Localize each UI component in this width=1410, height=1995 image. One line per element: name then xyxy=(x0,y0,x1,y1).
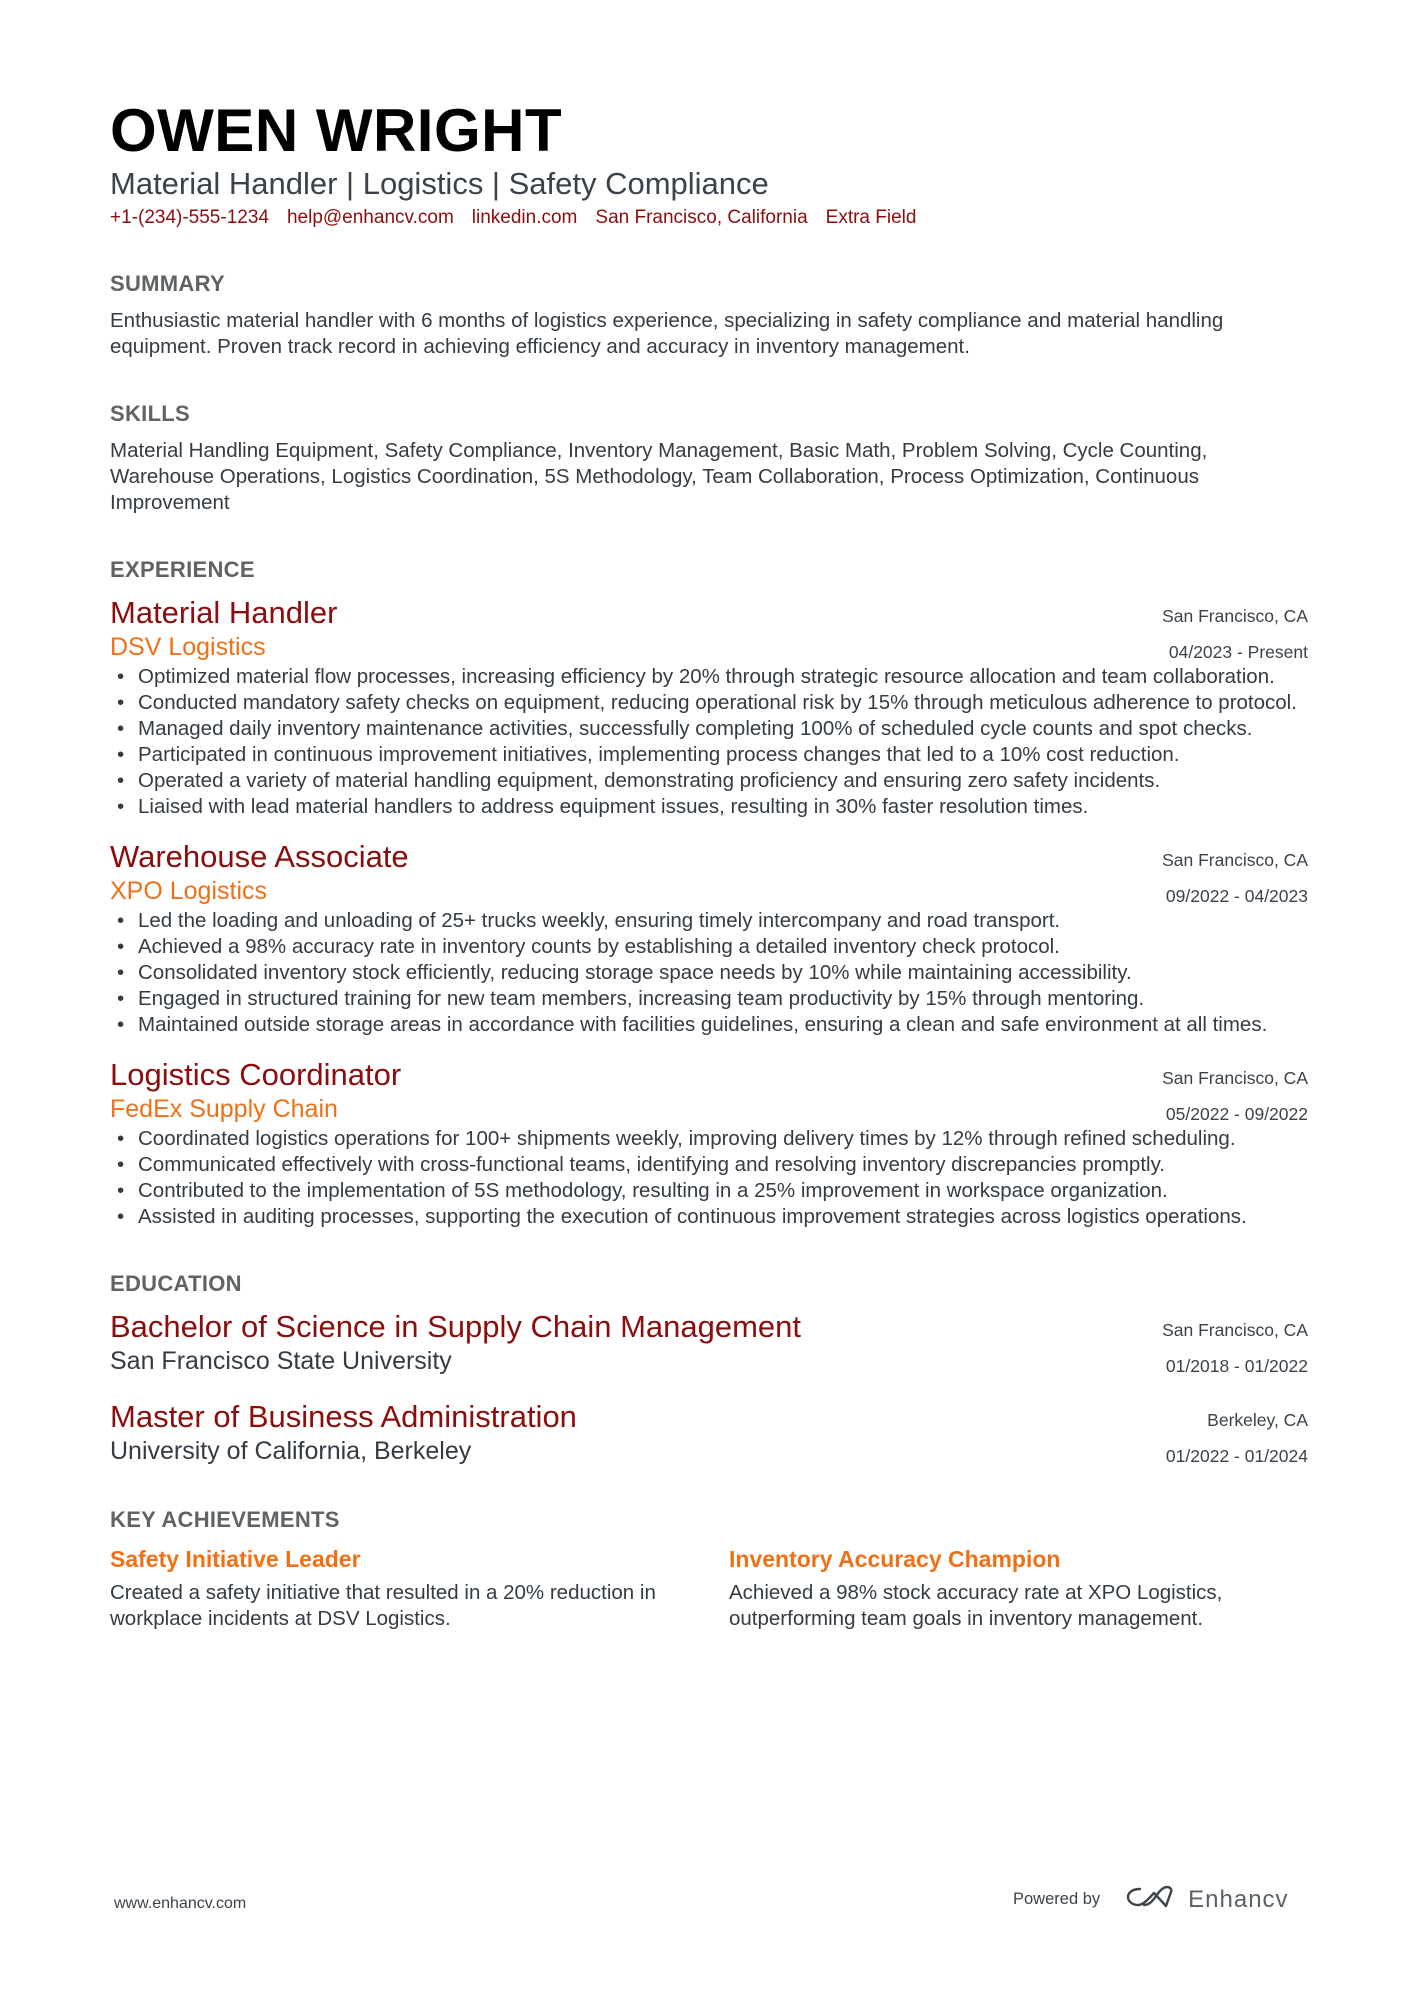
job-title: Warehouse Associate xyxy=(110,839,409,874)
education-meta: Berkeley, CA 01/2022 - 01/2024 xyxy=(1166,1402,1308,1474)
achievement-title: Safety Initiative Leader xyxy=(110,1546,361,1572)
achievements-grid: Safety Initiative Leader Created a safet… xyxy=(110,1544,1308,1632)
bullet-item: Assisted in auditing processes, supporti… xyxy=(110,1204,1308,1230)
enhancv-brand-name: Enhancv xyxy=(1188,1885,1289,1913)
achievement-item: Inventory Accuracy Champion Achieved a 9… xyxy=(729,1544,1308,1632)
enhancv-infinity-heart-icon xyxy=(1126,1884,1174,1915)
contact-location: San Francisco, California xyxy=(595,207,808,228)
footer-branding: Powered by Enhancv xyxy=(1013,1884,1289,1915)
contact-phone[interactable]: +1-(234)-555-1234 xyxy=(110,206,269,230)
powered-by-label: Powered by xyxy=(1013,1890,1101,1908)
experience-entry-header: Warehouse Associate XPO Logistics San Fr… xyxy=(110,838,1308,906)
contact-email[interactable]: help@enhancv.com xyxy=(287,206,454,230)
bullet-item: Liaised with lead material handlers to a… xyxy=(110,794,1308,820)
experience-entry-header: Logistics Coordinator FedEx Supply Chain… xyxy=(110,1056,1308,1124)
contact-linkedin[interactable]: linkedin.com xyxy=(472,206,578,230)
school-name: San Francisco State University xyxy=(110,1347,452,1375)
job-location: San Francisco, CA xyxy=(1162,1068,1308,1088)
bullet-item: Conducted mandatory safety checks on equ… xyxy=(110,690,1308,716)
section-title-summary: SUMMARY xyxy=(110,271,225,296)
experience-entry-header: Material Handler DSV Logistics San Franc… xyxy=(110,594,1308,662)
section-title-education: EDUCATION xyxy=(110,1271,242,1296)
section-title-skills: SKILLS xyxy=(110,401,191,426)
job-bullets: Coordinated logistics operations for 100… xyxy=(110,1126,1308,1230)
section-title-experience: EXPERIENCE xyxy=(110,557,255,582)
company-name: XPO Logistics xyxy=(110,877,268,905)
education-dates: 01/2022 - 01/2024 xyxy=(1165,1446,1308,1466)
bullet-item: Maintained outside storage areas in acco… xyxy=(110,1012,1308,1038)
job-title: Logistics Coordinator xyxy=(110,1057,402,1092)
skills-text: Material Handling Equipment, Safety Comp… xyxy=(110,439,1208,514)
bullet-item: Operated a variety of material handling … xyxy=(110,768,1308,794)
enhancv-logo[interactable]: Enhancv xyxy=(1126,1884,1288,1915)
bullet-item: Consolidated inventory stock efficiently… xyxy=(110,960,1308,986)
education-entry: Master of Business Administration Univer… xyxy=(110,1398,1308,1466)
job-bullets: Optimized material flow processes, incre… xyxy=(110,664,1308,820)
achievements-section: KEY ACHIEVEMENTS Safety Initiative Leade… xyxy=(110,1506,1308,1632)
education-meta: San Francisco, CA 01/2018 - 01/2022 xyxy=(1162,1312,1308,1384)
summary-section: SUMMARY Enthusiastic material handler wi… xyxy=(110,270,1308,360)
education-location: San Francisco, CA xyxy=(1162,1320,1308,1340)
contact-extra-field: Extra Field xyxy=(825,207,917,228)
resume-page: OWEN WRIGHT Material Handler | Logistics… xyxy=(110,98,1308,1632)
achievement-title: Inventory Accuracy Champion xyxy=(729,1546,1061,1572)
experience-entry: Logistics Coordinator FedEx Supply Chain… xyxy=(110,1056,1308,1230)
experience-entry: Warehouse Associate XPO Logistics San Fr… xyxy=(110,838,1308,1038)
company-name: DSV Logistics xyxy=(110,633,266,661)
achievement-description: Achieved a 98% stock accuracy rate at XP… xyxy=(729,1581,1223,1630)
job-location: San Francisco, CA xyxy=(1162,850,1308,870)
bullet-item: Engaged in structured training for new t… xyxy=(110,986,1308,1012)
candidate-headline: Material Handler | Logistics | Safety Co… xyxy=(110,166,769,201)
company-name: FedEx Supply Chain xyxy=(110,1095,338,1123)
bullet-item: Contributed to the implementation of 5S … xyxy=(110,1178,1308,1204)
job-title: Material Handler xyxy=(110,595,338,630)
bullet-item: Coordinated logistics operations for 100… xyxy=(110,1126,1308,1152)
job-meta: San Francisco, CA 04/2023 - Present xyxy=(1162,598,1308,670)
skills-section: SKILLS Material Handling Equipment, Safe… xyxy=(110,400,1308,516)
contact-info: +1-(234)-555-1234 help@enhancv.com linke… xyxy=(110,206,1308,230)
bullet-item: Achieved a 98% accuracy rate in inventor… xyxy=(110,934,1308,960)
resume-header: OWEN WRIGHT Material Handler | Logistics… xyxy=(110,98,1308,230)
degree-title: Master of Business Administration xyxy=(110,1399,577,1434)
job-meta: San Francisco, CA 05/2022 - 09/2022 xyxy=(1162,1060,1308,1132)
achievement-description: Created a safety initiative that resulte… xyxy=(110,1581,656,1630)
summary-text: Enthusiastic material handler with 6 mon… xyxy=(110,309,1224,358)
bullet-item: Participated in continuous improvement i… xyxy=(110,742,1308,768)
bullet-item: Communicated effectively with cross-func… xyxy=(110,1152,1308,1178)
experience-entry: Material Handler DSV Logistics San Franc… xyxy=(110,594,1308,820)
section-title-achievements: KEY ACHIEVEMENTS xyxy=(110,1507,340,1532)
footer-website[interactable]: www.enhancv.com xyxy=(114,1895,246,1913)
job-location: San Francisco, CA xyxy=(1162,606,1308,626)
experience-section: EXPERIENCE Material Handler DSV Logistic… xyxy=(110,556,1308,1230)
education-section: EDUCATION Bachelor of Science in Supply … xyxy=(110,1270,1308,1466)
job-bullets: Led the loading and unloading of 25+ tru… xyxy=(110,908,1308,1038)
job-meta: San Francisco, CA 09/2022 - 04/2023 xyxy=(1162,842,1308,914)
candidate-name: OWEN WRIGHT xyxy=(110,97,563,164)
achievement-item: Safety Initiative Leader Created a safet… xyxy=(110,1544,689,1632)
bullet-item: Managed daily inventory maintenance acti… xyxy=(110,716,1308,742)
education-entry: Bachelor of Science in Supply Chain Mana… xyxy=(110,1308,1308,1376)
bullet-item: Optimized material flow processes, incre… xyxy=(110,664,1308,690)
degree-title: Bachelor of Science in Supply Chain Mana… xyxy=(110,1309,802,1344)
education-location: Berkeley, CA xyxy=(1207,1410,1308,1430)
bullet-item: Led the loading and unloading of 25+ tru… xyxy=(110,908,1308,934)
education-dates: 01/2018 - 01/2022 xyxy=(1165,1356,1308,1376)
school-name: University of California, Berkeley xyxy=(110,1437,472,1465)
